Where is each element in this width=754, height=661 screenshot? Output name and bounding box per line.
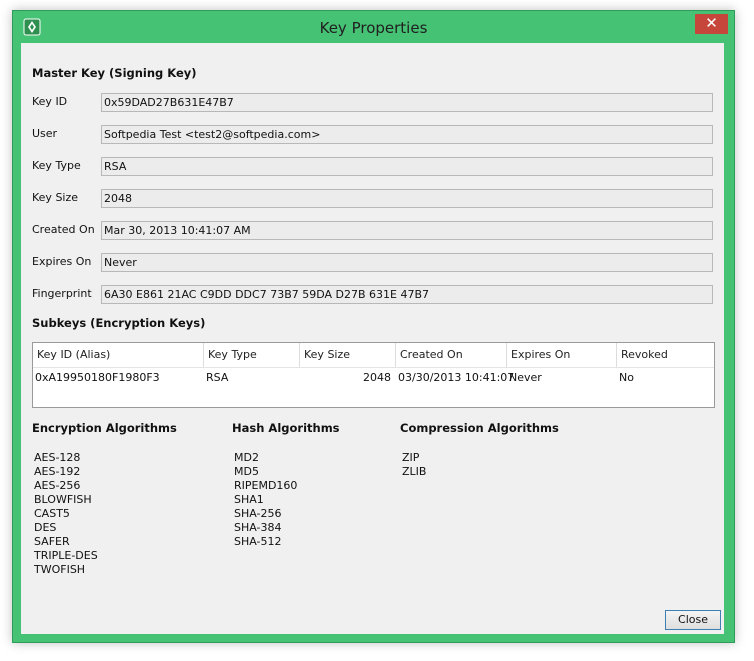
key-id-field[interactable]: 0x59DAD27B631E47B7 — [101, 93, 713, 112]
list-item: ZLIB — [402, 465, 427, 478]
list-item: BLOWFISH — [34, 493, 92, 506]
user-field[interactable]: Softpedia Test <test2@softpedia.com> — [101, 125, 713, 144]
key-type-field[interactable]: RSA — [101, 157, 713, 176]
list-item: MD5 — [234, 465, 259, 478]
column-header-key-id[interactable]: Key ID (Alias) — [33, 343, 204, 367]
list-item: MD2 — [234, 451, 259, 464]
window-close-button[interactable]: ✕ — [695, 14, 728, 34]
expires-on-field[interactable]: Never — [101, 253, 713, 272]
list-item: DES — [34, 521, 57, 534]
created-on-field[interactable]: Mar 30, 2013 10:41:07 AM — [101, 221, 713, 240]
list-item: RIPEMD160 — [234, 479, 298, 492]
list-item: SHA1 — [234, 493, 264, 506]
list-item: SHA-384 — [234, 521, 282, 534]
master-key-heading: Master Key (Signing Key) — [32, 66, 197, 80]
list-item: CAST5 — [34, 507, 70, 520]
subkeys-table-header: Key ID (Alias) Key Type Key Size Created… — [33, 343, 714, 368]
dialog-body: Master Key (Signing Key) Key ID 0x59DAD2… — [21, 43, 724, 634]
user-label: User — [32, 127, 58, 140]
title-bar[interactable]: Key Properties ✕ — [13, 11, 734, 43]
subkey-revoked-cell: No — [619, 371, 634, 384]
expires-on-label: Expires On — [32, 255, 92, 268]
subkey-created-cell: 03/30/2013 10:41:07 — [398, 371, 515, 384]
close-icon: ✕ — [705, 14, 718, 32]
list-item: SHA-256 — [234, 507, 282, 520]
compression-algorithms-heading: Compression Algorithms — [400, 421, 559, 435]
encryption-algorithms-list: AES-128 AES-192 AES-256 BLOWFISH CAST5 D… — [34, 451, 98, 577]
subkey-id-cell: 0xA19950180F1980F3 — [35, 371, 160, 384]
hash-algorithms-list: MD2 MD5 RIPEMD160 SHA1 SHA-256 SHA-384 S… — [234, 451, 297, 549]
subkey-expires-cell: Never — [509, 371, 542, 384]
subkeys-table[interactable]: Key ID (Alias) Key Type Key Size Created… — [32, 342, 715, 408]
key-type-label: Key Type — [32, 159, 81, 172]
column-header-created-on[interactable]: Created On — [396, 343, 507, 367]
list-item: AES-256 — [34, 479, 81, 492]
list-item: TWOFISH — [34, 563, 86, 576]
close-button[interactable]: Close — [665, 610, 721, 630]
column-header-key-size[interactable]: Key Size — [300, 343, 396, 367]
key-id-label: Key ID — [32, 95, 68, 108]
compression-algorithms-list: ZIP ZLIB — [402, 451, 426, 479]
hash-algorithms-heading: Hash Algorithms — [232, 421, 340, 435]
window-title: Key Properties — [319, 19, 428, 37]
column-header-key-type[interactable]: Key Type — [204, 343, 300, 367]
created-on-label: Created On — [32, 223, 95, 236]
list-item: SAFER — [34, 535, 70, 548]
list-item: AES-192 — [34, 465, 81, 478]
list-item: ZIP — [402, 451, 420, 464]
fingerprint-label: Fingerprint — [32, 287, 92, 300]
column-header-expires-on[interactable]: Expires On — [507, 343, 617, 367]
key-properties-window: Key Properties ✕ Master Key (Signing Key… — [12, 10, 735, 643]
list-item: AES-128 — [34, 451, 81, 464]
key-size-field[interactable]: 2048 — [101, 189, 713, 208]
subkeys-heading: Subkeys (Encryption Keys) — [32, 316, 206, 330]
list-item: TRIPLE-DES — [34, 549, 98, 562]
subkey-size-cell: 2048 — [363, 371, 391, 384]
fingerprint-field[interactable]: 6A30 E861 21AC C9DD DDC7 73B7 59DA D27B … — [101, 285, 713, 304]
column-header-revoked[interactable]: Revoked — [617, 343, 714, 367]
key-size-label: Key Size — [32, 191, 79, 204]
subkey-type-cell: RSA — [206, 371, 229, 384]
list-item: SHA-512 — [234, 535, 282, 548]
encryption-algorithms-heading: Encryption Algorithms — [32, 421, 177, 435]
